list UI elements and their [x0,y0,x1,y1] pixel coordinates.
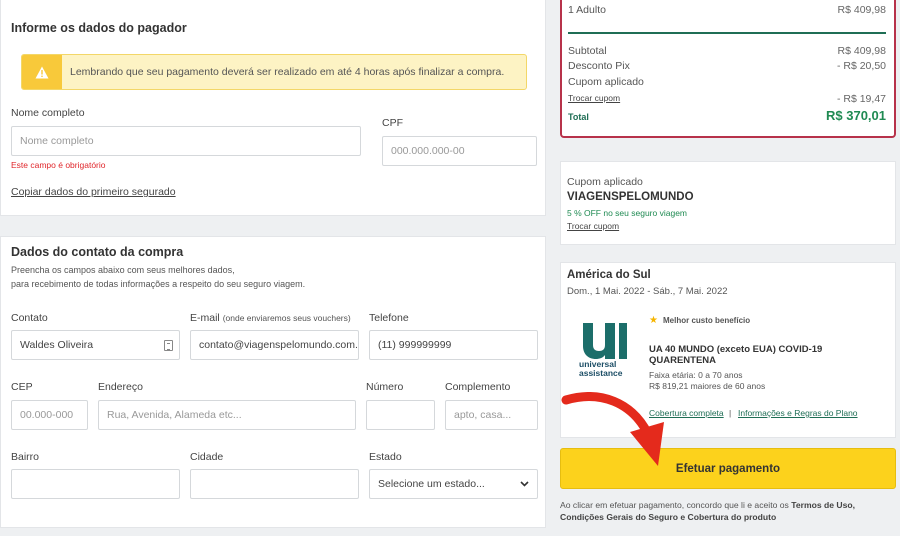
name-error: Este campo é obrigatório [11,160,106,170]
logo-text-2: assistance [579,368,623,378]
terms-text: Ao clicar em efetuar pagamento, concordo… [560,499,890,523]
payer-title: Informe os dados do pagador [11,21,187,35]
order-summary-card: 1 Adulto R$ 409,98 Subtotal R$ 409,98 De… [560,0,896,138]
cpf-input[interactable]: 000.000.000-00 [382,136,537,166]
change-coupon-link[interactable]: Trocar cupom [568,93,620,105]
email-label-note: (onde enviaremos seus vouchers) [222,313,351,323]
total-label: Total [568,112,589,122]
cep-label: CEP [11,381,33,393]
coupon-description: 5 % OFF no seu seguro viagem [567,208,688,218]
coupon-card: Cupom aplicado VIAGENSPELOMUNDO 5 % OFF … [560,161,896,245]
subtotal-row: Subtotal R$ 409,98 [568,45,886,57]
adult-row: 1 Adulto R$ 409,98 [568,4,886,16]
contact-card: Dados do contato da compra Preencha os c… [0,236,546,528]
alert-text: Lembrando que seu pagamento deverá ser r… [70,66,505,78]
plan-senior-price: R$ 819,21 maiores de 60 anos [649,381,766,391]
contato-label: Contato [11,312,48,324]
email-label: E-mail (onde enviaremos seus vouchers) [190,312,351,324]
endereco-label: Endereço [98,381,143,393]
summary-divider [568,32,886,34]
cep-input[interactable]: 00.000-000 [11,400,88,430]
coupon-applied-label: Cupom aplicado [568,76,644,88]
chevron-down-icon [520,481,529,487]
total-row: Total R$ 370,01 [568,108,886,123]
cidade-input[interactable] [190,469,359,499]
telefone-label: Telefone [369,312,409,324]
email-input[interactable]: contato@viagenspelomundo.com. [190,330,359,360]
contato-value: Waldes Oliveira [20,339,94,351]
complemento-input[interactable]: apto, casa... [445,400,538,430]
endereco-input[interactable]: Rua, Avenida, Alameda etc... [98,400,356,430]
coupon-code: VIAGENSPELOMUNDO [567,191,694,203]
cpf-label: CPF [382,117,403,129]
warning-icon [22,55,62,89]
best-value-badge: Melhor custo benefício [663,316,751,325]
coupon-label: Cupom aplicado [567,176,643,188]
contact-description-2: para recebimento de todas informações a … [11,279,306,289]
coupon-discount-value: - R$ 19,47 [836,93,886,105]
total-value: R$ 370,01 [826,108,886,123]
cidade-label: Cidade [190,451,224,463]
red-arrow-annotation [561,392,664,466]
numero-input[interactable] [366,400,435,430]
contato-input[interactable]: Waldes Oliveira [11,330,180,360]
plan-age-range: Faixa etária: 0 a 70 anos [649,370,743,380]
coupon-change-link[interactable]: Trocar cupom [567,221,619,231]
contact-description-1: Preencha os campos abaixo com seus melho… [11,265,235,275]
pix-label: Desconto Pix [568,60,630,72]
estado-label: Estado [369,451,402,463]
star-icon: ★ [649,315,658,326]
adult-value: R$ 409,98 [837,4,886,16]
payer-card: Informe os dados do pagador Lembrando qu… [0,0,546,216]
payment-time-alert: Lembrando que seu pagamento deverá ser r… [21,54,527,90]
pix-row: Desconto Pix - R$ 20,50 [568,60,886,72]
estado-value: Selecione um estado... [378,478,485,490]
estado-select[interactable]: Selecione um estado... [369,469,538,499]
bairro-input[interactable] [11,469,180,499]
contact-title: Dados do contato da compra [11,245,184,259]
copy-first-insured-link[interactable]: Copiar dados do primeiro segurado [11,186,176,198]
email-label-text: E-mail [190,312,220,324]
complemento-label: Complemento [445,381,511,393]
pix-value: - R$ 20,50 [836,60,886,72]
plan-rules-link[interactable]: Informações e Regras do Plano [738,408,858,418]
bairro-label: Bairro [11,451,40,463]
adult-label: 1 Adulto [568,4,606,16]
change-coupon-row: Trocar cupom - R$ 19,47 [568,93,886,105]
universal-assistance-logo: universal assistance [579,323,629,383]
numero-label: Número [366,381,404,393]
telefone-input[interactable]: (11) 999999999 [369,330,538,360]
name-label: Nome completo [11,107,85,119]
autofill-icon [164,340,173,351]
plan-region: América do Sul [567,269,651,281]
subtotal-value: R$ 409,98 [837,45,886,57]
plan-dates: Dom., 1 Mai. 2022 - Sáb., 7 Mai. 2022 [567,286,728,297]
terms-prefix: Ao clicar em efetuar pagamento, concordo… [560,500,792,510]
coupon-row: Cupom aplicado [568,76,886,88]
full-name-input[interactable]: Nome completo [11,126,361,156]
subtotal-label: Subtotal [568,45,607,57]
link-separator: | [729,408,732,418]
plan-name: UA 40 MUNDO (exceto EUA) COVID-19 QUAREN… [649,344,823,366]
